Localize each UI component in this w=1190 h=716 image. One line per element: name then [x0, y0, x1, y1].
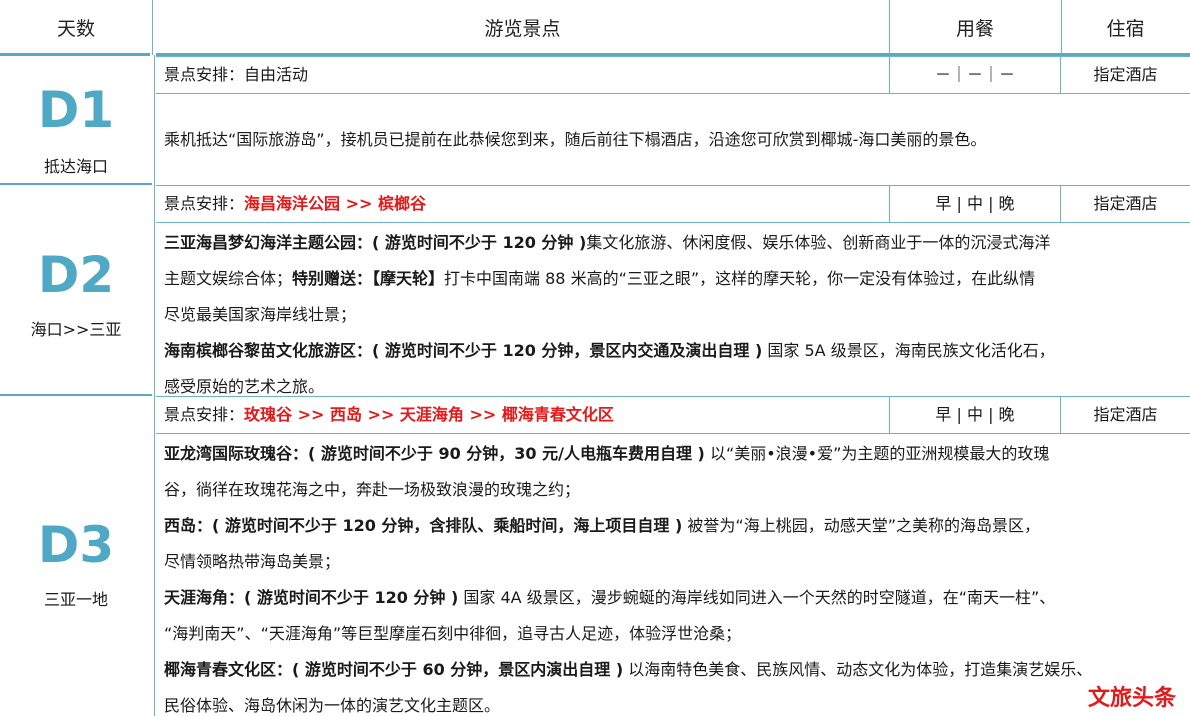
schedule-key: 景点安排：	[164, 65, 245, 84]
schedule-label: 景点安排：玫瑰谷 >> 西岛 >> 天涯海角 >> 椰海青春文化区	[164, 397, 890, 433]
day-description: 乘机抵达“国际旅游岛”，接机员已提前在此恭候您到来，随后前往下榻酒店，沿途您可欣…	[164, 130, 987, 149]
schedule-value: 玫瑰谷 >> 西岛 >> 天涯海角 >> 椰海青春文化区	[244, 405, 614, 424]
meal-cell: －｜－｜－	[889, 57, 1061, 93]
header-sights: 游览景点	[484, 18, 561, 40]
schedule-key: 景点安排：	[164, 194, 245, 213]
day-cell-d1: D1 抵达海口	[0, 85, 152, 177]
sight-title: 亚龙湾国际玫瑰谷：( 游览时间不少于 90 分钟，30 元/人电瓶车费用自理 )	[164, 444, 705, 463]
day-description: 亚龙湾国际玫瑰谷：( 游览时间不少于 90 分钟，30 元/人电瓶车费用自理 )…	[164, 436, 1184, 716]
day-route: 三亚一地	[43, 590, 108, 609]
desc-line: “海判南天”、“天涯海角”等巨型摩崖石刻中徘徊，追寻古人足迹，体验浮世沧桑；	[164, 616, 1184, 652]
sight-title: 西岛：( 游览时间不少于 120 分钟，含排队、乘船时间，海上项目自理 )	[164, 516, 683, 535]
desc-line: 天涯海角：( 游览时间不少于 120 分钟 ) 国家 4A 级景区，漫步蜿蜒的海…	[164, 580, 1184, 616]
day-cell-d2: D2 海口>>三亚	[0, 250, 152, 340]
hotel-cell: 指定酒店	[1093, 194, 1158, 213]
day-route: 海口>>三亚	[30, 320, 122, 339]
header-meal: 用餐	[955, 18, 994, 40]
desc-line: 海南槟榔谷黎苗文化旅游区：( 游览时间不少于 120 分钟，景区内交通及演出自理…	[164, 333, 1184, 369]
sight-text: 尽情领略热带海岛美景；	[164, 552, 341, 571]
desc-line: 民俗体验、海岛休闲为一体的演艺文化主题区。	[164, 688, 1184, 716]
sight-text: 集文化旅游、休闲度假、娱乐体验、创新商业于一体的沉浸式海洋	[586, 233, 1051, 252]
sight-text: 打卡中国南端 88 米高的“三亚之眼”，这样的摩天轮，你一定没有体验过，在此纵情	[444, 269, 1036, 288]
sight-title: 天涯海角：( 游览时间不少于 120 分钟 )	[164, 588, 459, 607]
sight-text: 国家 5A 级景区，海南民族文化活化石，	[762, 341, 1055, 360]
sight-text: 被誉为“海上桃园，动感天堂”之美称的海岛景区，	[682, 516, 1040, 535]
desc-line: 三亚海昌梦幻海洋主题公园：( 游览时间不少于 120 分钟 )集文化旅游、休闲度…	[164, 225, 1184, 261]
sight-text: “海判南天”、“天涯海角”等巨型摩崖石刻中徘徊，追寻古人足迹，体验浮世沧桑；	[164, 624, 742, 643]
day-description: 三亚海昌梦幻海洋主题公园：( 游览时间不少于 120 分钟 )集文化旅游、休闲度…	[164, 225, 1184, 405]
sight-title: 特别赠送：【摩天轮】	[292, 269, 445, 288]
sight-text: 以“美丽•浪漫•爱”为主题的亚洲规模最大的玫瑰	[704, 444, 1050, 463]
header-hotel: 住宿	[1106, 18, 1145, 40]
day-separator	[0, 394, 152, 396]
hotel-cell: 指定酒店	[1093, 405, 1158, 424]
sight-text: 民俗体验、海岛休闲为一体的演艺文化主题区。	[164, 696, 501, 715]
schedule-value: 海昌海洋公园 >> 槟榔谷	[244, 194, 426, 213]
desc-line: 尽览最美国家海岸线壮景；	[164, 297, 1184, 333]
day-code: D1	[37, 81, 115, 139]
day-code: D3	[37, 516, 115, 574]
schedule-label: 景点安排：海昌海洋公园 >> 槟榔谷	[164, 186, 890, 222]
desc-line: 亚龙湾国际玫瑰谷：( 游览时间不少于 90 分钟，30 元/人电瓶车费用自理 )…	[164, 436, 1184, 472]
sight-text: 谷，徜徉在玫瑰花海之中，奔赴一场极致浪漫的玫瑰之约；	[164, 480, 581, 499]
day-column-divider	[154, 55, 155, 716]
header-divider-left	[0, 53, 150, 56]
day-route: 抵达海口	[43, 157, 108, 176]
header-sep	[1061, 0, 1062, 55]
header-sep	[152, 0, 153, 55]
schedule-row-d1: 景点安排：自由活动 －｜－｜－ 指定酒店	[156, 56, 1190, 94]
sight-text: 以海南特色美食、民族风情、动态文化为体验，打造集演艺娱乐、	[623, 660, 1093, 679]
header-sep	[889, 0, 890, 55]
schedule-label: 景点安排：自由活动	[164, 57, 890, 93]
day-cell-d3: D3 三亚一地	[0, 520, 152, 610]
schedule-row-d2: 景点安排：海昌海洋公园 >> 槟榔谷 早 | 中 | 晚 指定酒店	[156, 185, 1190, 223]
header-day: 天数	[56, 18, 95, 40]
desc-line: 主题文娱综合体；特别赠送：【摩天轮】打卡中国南端 88 米高的“三亚之眼”，这样…	[164, 261, 1184, 297]
day-code: D2	[37, 246, 115, 304]
desc-line: 椰海青春文化区：( 游览时间不少于 60 分钟，景区内演出自理 ) 以海南特色美…	[164, 652, 1184, 688]
schedule-value: 自由活动	[244, 65, 309, 84]
sight-text: 感受原始的艺术之旅。	[164, 377, 325, 396]
meal-cell: 早 | 中 | 晚	[889, 186, 1061, 222]
sight-title: 海南槟榔谷黎苗文化旅游区：( 游览时间不少于 120 分钟，景区内交通及演出自理…	[164, 341, 763, 360]
schedule-key: 景点安排：	[164, 405, 245, 424]
sight-text: 国家 4A 级景区，漫步蜿蜒的海岸线如同进入一个天然的时空隧道，在“南天一柱”、	[458, 588, 1056, 607]
sight-text: 主题文娱综合体；	[164, 269, 293, 288]
day-separator	[0, 183, 152, 185]
desc-line: 尽情领略热带海岛美景；	[164, 544, 1184, 580]
desc-line: 西岛：( 游览时间不少于 120 分钟，含排队、乘船时间，海上项目自理 ) 被誉…	[164, 508, 1184, 544]
schedule-row-d3: 景点安排：玫瑰谷 >> 西岛 >> 天涯海角 >> 椰海青春文化区 早 | 中 …	[156, 396, 1190, 434]
watermark-logo: 文旅头条	[1085, 680, 1178, 712]
sight-title: 三亚海昌梦幻海洋主题公园：( 游览时间不少于 120 分钟 )	[164, 233, 587, 252]
sight-text: 尽览最美国家海岸线壮景；	[164, 305, 357, 324]
hotel-cell: 指定酒店	[1093, 65, 1158, 84]
desc-line: 谷，徜徉在玫瑰花海之中，奔赴一场极致浪漫的玫瑰之约；	[164, 472, 1184, 508]
meal-cell: 早 | 中 | 晚	[889, 397, 1061, 433]
sight-title: 椰海青春文化区：( 游览时间不少于 60 分钟，景区内演出自理 )	[164, 660, 624, 679]
